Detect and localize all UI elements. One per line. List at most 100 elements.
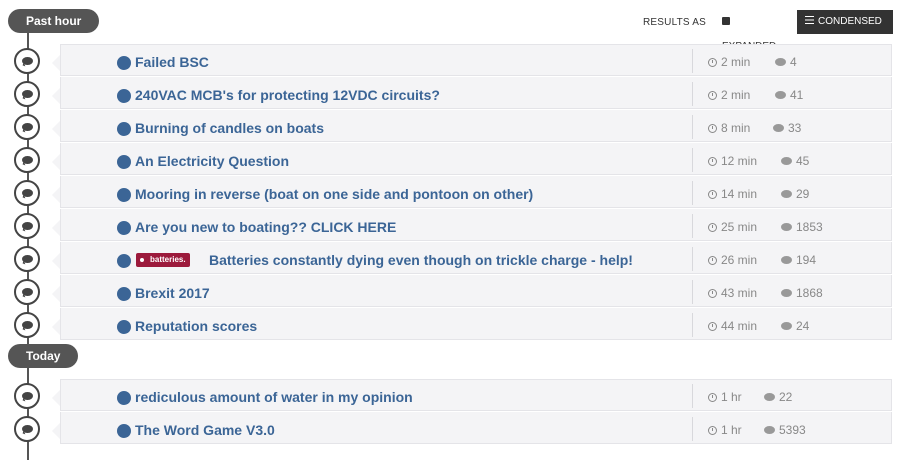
topic-row[interactable]: Reputation scores 44 min 24 (0, 308, 904, 341)
comment-icon (781, 157, 792, 165)
topic-replies: 24 (781, 319, 809, 333)
topic-time-value: 25 min (721, 220, 758, 234)
topic-time-value: 1 hr (721, 390, 742, 404)
group-label-past-hour: Past hour (8, 9, 100, 33)
comment-icon (781, 223, 792, 231)
topic-replies-count: 24 (796, 319, 810, 333)
topic-time: 1 hr (708, 390, 742, 404)
unread-dot-icon[interactable] (117, 89, 131, 103)
topic-replies: 29 (781, 187, 809, 201)
chat-bubble-icon (14, 114, 40, 140)
topic-title[interactable]: Brexit 2017 (135, 285, 210, 301)
row-pointer (52, 390, 60, 406)
clock-icon (708, 58, 717, 67)
topic-replies: 194 (781, 253, 816, 267)
topic-title[interactable]: Failed BSC (135, 54, 209, 70)
clock-icon (708, 157, 717, 166)
row-pointer (52, 55, 60, 71)
clock-icon (708, 289, 717, 298)
topic-title[interactable]: Mooring in reverse (boat on one side and… (135, 186, 533, 202)
topic-row[interactable]: Burning of candles on boats 8 min 33 (0, 110, 904, 143)
condensed-view-button[interactable]: CONDENSED (797, 10, 893, 34)
topic-title[interactable]: The Word Game V3.0 (135, 422, 275, 438)
topic-time: 26 min (708, 253, 757, 267)
topic-time-value: 14 min (721, 187, 758, 201)
row-pointer (52, 423, 60, 439)
group-label-today: Today (8, 344, 79, 368)
row-pointer (52, 220, 60, 236)
topic-replies: 33 (773, 121, 801, 135)
topic-row[interactable]: Mooring in reverse (boat on one side and… (0, 176, 904, 209)
clock-icon (708, 322, 717, 331)
row-pointer (52, 154, 60, 170)
chat-bubble-icon (14, 246, 40, 272)
chat-bubble-icon (14, 180, 40, 206)
row-pointer (52, 121, 60, 137)
topic-row[interactable]: Brexit 2017 43 min 1868 (0, 275, 904, 308)
topic-replies-count: 22 (779, 390, 793, 404)
unread-dot-icon[interactable] (117, 188, 131, 202)
unread-dot-icon[interactable] (117, 155, 131, 169)
topic-replies: 45 (781, 154, 809, 168)
topic-title[interactable]: Batteries constantly dying even though o… (209, 252, 633, 268)
expanded-view-button[interactable]: EXPANDED (713, 10, 797, 52)
comment-icon (775, 58, 786, 66)
topic-time-value: 43 min (721, 286, 758, 300)
topic-row[interactable]: 240VAC MCB's for protecting 12VDC circui… (0, 77, 904, 110)
row-divider (692, 417, 693, 441)
topic-time: 44 min (708, 319, 757, 333)
topic-time: 8 min (708, 121, 750, 135)
comment-icon (773, 124, 784, 132)
unread-dot-icon[interactable] (117, 424, 131, 438)
clock-icon (708, 124, 717, 133)
topic-replies: 41 (775, 88, 803, 102)
clock-icon (708, 426, 717, 435)
topic-title[interactable]: rediculous amount of water in my opinion (135, 389, 413, 405)
chat-bubble-icon (14, 81, 40, 107)
row-pointer (52, 253, 60, 269)
chat-bubble-icon (14, 48, 40, 74)
topic-time: 2 min (708, 55, 750, 69)
topic-time: 25 min (708, 220, 757, 234)
topic-time-value: 44 min (721, 319, 758, 333)
unread-dot-icon[interactable] (117, 254, 131, 268)
clock-icon (708, 256, 717, 265)
topic-title[interactable]: Reputation scores (135, 318, 257, 334)
unread-dot-icon[interactable] (117, 56, 131, 70)
topic-title[interactable]: An Electricity Question (135, 153, 289, 169)
topic-title[interactable]: 240VAC MCB's for protecting 12VDC circui… (135, 87, 440, 103)
unread-dot-icon[interactable] (117, 122, 131, 136)
topic-time-value: 2 min (721, 55, 751, 69)
unread-dot-icon[interactable] (117, 287, 131, 301)
topic-row[interactable]: Failed BSC 2 min 4 (0, 44, 904, 77)
row-divider (692, 148, 693, 172)
topic-replies-count: 1853 (796, 220, 823, 234)
unread-dot-icon[interactable] (117, 391, 131, 405)
row-pointer (52, 286, 60, 302)
clock-icon (708, 223, 717, 232)
topic-row[interactable]: Are you new to boating?? CLICK HERE 25 m… (0, 209, 904, 242)
comment-icon (781, 322, 792, 330)
unread-dot-icon[interactable] (117, 221, 131, 235)
topic-time: 14 min (708, 187, 757, 201)
topic-replies-count: 33 (788, 121, 802, 135)
topic-title[interactable]: Burning of candles on boats (135, 120, 324, 136)
topic-row[interactable]: batteries. Batteries constantly dying ev… (0, 242, 904, 275)
topic-row[interactable]: An Electricity Question 12 min 45 (0, 143, 904, 176)
topic-time: 2 min (708, 88, 750, 102)
topic-title[interactable]: Are you new to boating?? CLICK HERE (135, 219, 396, 235)
comment-icon (775, 91, 786, 99)
row-divider (692, 181, 693, 205)
condensed-label: CONDENSED (818, 16, 882, 27)
comment-icon (781, 256, 792, 264)
topic-time: 43 min (708, 286, 757, 300)
topic-tag[interactable]: batteries. (136, 253, 190, 267)
unread-dot-icon[interactable] (117, 320, 131, 334)
topic-row[interactable]: The Word Game V3.0 1 hr 5393 (0, 412, 904, 445)
comment-icon (764, 393, 775, 401)
chat-bubble-icon (14, 312, 40, 338)
topic-row[interactable]: rediculous amount of water in my opinion… (0, 379, 904, 412)
chat-bubble-icon (14, 416, 40, 442)
row-divider (692, 280, 693, 304)
topic-replies-count: 1868 (796, 286, 823, 300)
